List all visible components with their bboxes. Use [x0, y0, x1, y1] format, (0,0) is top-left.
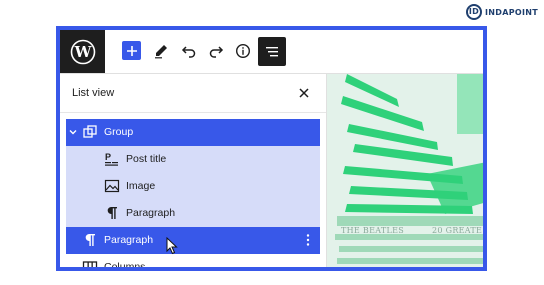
editor-frame: W List view Group P Post title Image Par… [56, 26, 487, 271]
list-item-post-title[interactable]: P Post title [66, 146, 320, 173]
pencil-icon [155, 45, 167, 59]
redo-icon [209, 46, 224, 58]
close-list-view-button[interactable] [296, 85, 312, 101]
list-item-label: Image [126, 180, 156, 192]
list-view-button[interactable] [258, 37, 286, 66]
list-view-header: List view [60, 74, 326, 113]
tools-button[interactable] [150, 40, 172, 62]
more-options-icon[interactable] [302, 233, 314, 247]
info-icon [235, 43, 251, 59]
add-block-button[interactable] [122, 41, 141, 60]
list-view-icon [266, 46, 278, 56]
hero-caption-left: THE BEATLES [341, 226, 405, 235]
paragraph-icon [107, 207, 117, 219]
close-icon [299, 88, 309, 98]
content-image-records: THE BEATLES 20 GREATE [327, 74, 483, 267]
columns-icon [82, 261, 98, 267]
list-item-label: Post title [126, 153, 167, 165]
list-item-label: Group [104, 126, 134, 138]
list-item-label: Paragraph [126, 207, 176, 219]
list-item-columns[interactable]: Columns [66, 254, 320, 271]
undo-button[interactable] [178, 40, 200, 62]
list-view-panel: List view Group P Post title Image Parag… [60, 74, 327, 267]
brand-name: INDAPOINT [485, 7, 538, 17]
svg-text:W: W [73, 43, 92, 61]
brand-mark-icon: ID [466, 4, 482, 20]
svg-text:P: P [105, 152, 111, 162]
post-title-icon: P [105, 152, 118, 166]
details-button[interactable] [232, 40, 254, 62]
list-item-group[interactable]: Group [66, 119, 320, 146]
chevron-down-icon[interactable] [68, 127, 78, 137]
plus-icon [126, 45, 137, 56]
paragraph-icon [85, 234, 95, 246]
list-item-image[interactable]: Image [66, 173, 320, 200]
mouse-cursor-icon [166, 237, 178, 255]
group-icon [83, 125, 97, 138]
list-item-label: Columns [104, 261, 146, 271]
list-view-title: List view [72, 87, 115, 99]
editor-toolbar: W [60, 30, 483, 74]
records-stack-illustration [327, 74, 483, 267]
list-item-label: Paragraph [104, 234, 154, 246]
list-item-paragraph-selected[interactable]: Paragraph [66, 227, 320, 254]
list-item-paragraph[interactable]: Paragraph [66, 200, 320, 227]
brand-logo: ID INDAPOINT [466, 4, 538, 20]
wordpress-icon: W [70, 39, 95, 64]
undo-icon [181, 46, 196, 58]
wordpress-logo-button[interactable]: W [60, 30, 105, 73]
image-icon [104, 179, 120, 193]
redo-button[interactable] [205, 40, 227, 62]
hero-caption-right: 20 GREATE [432, 226, 483, 235]
